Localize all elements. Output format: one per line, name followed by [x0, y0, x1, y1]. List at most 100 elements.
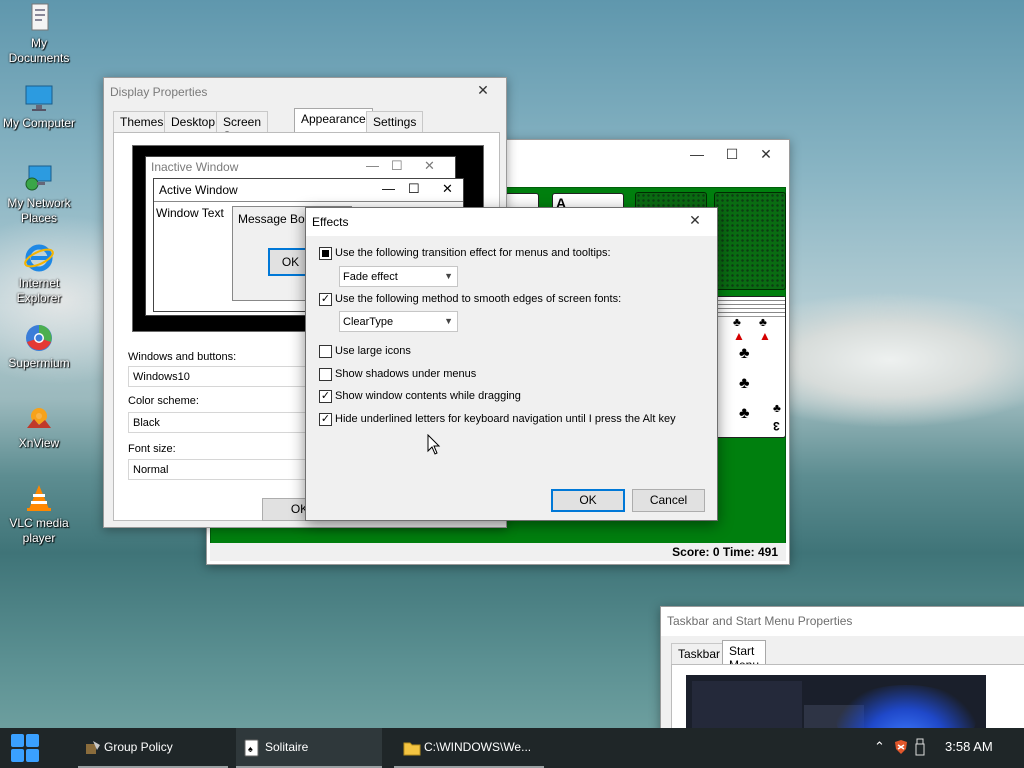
- desktop-icon-my-computer[interactable]: My Computer: [0, 82, 78, 131]
- close-button[interactable]: ✕: [678, 206, 712, 234]
- transition-effect-select[interactable]: Fade effect ▼: [339, 266, 458, 287]
- drag-contents-option[interactable]: ✓ Show window contents while dragging: [319, 389, 709, 405]
- effects-cancel-button[interactable]: Cancel: [632, 489, 705, 512]
- windows-logo-icon: [11, 734, 39, 762]
- desktop-icon-label: My Documents: [8, 36, 70, 65]
- club-pip: ♣: [759, 315, 767, 329]
- select-value: ClearType: [343, 316, 394, 328]
- option-label: Use the following method to smooth edges…: [335, 293, 622, 305]
- large-icons-checkbox[interactable]: [319, 345, 332, 358]
- taskbar-start-menu-properties-window[interactable]: Taskbar and Start Menu Properties Taskba…: [660, 606, 1024, 738]
- start-button[interactable]: [0, 728, 50, 768]
- desktop-icon-my-documents[interactable]: My Documents: [0, 2, 78, 66]
- menu-shadows-checkbox[interactable]: [319, 368, 332, 381]
- taskbar-item-group-policy[interactable]: Group Policy: [78, 728, 228, 768]
- drag-contents-checkbox[interactable]: ✓: [319, 390, 332, 403]
- taskbar-item-label: Solitaire: [265, 740, 309, 754]
- club-pip: ♣: [739, 375, 750, 392]
- card-rank: 3: [773, 419, 780, 433]
- font-smoothing-option[interactable]: ✓ Use the following method to smooth edg…: [319, 292, 709, 308]
- font-size-label: Font size:: [128, 443, 176, 455]
- close-button[interactable]: ✕: [466, 76, 500, 104]
- font-size-select[interactable]: Normal: [128, 459, 308, 480]
- transition-effect-option[interactable]: Use the following transition effect for …: [319, 246, 709, 262]
- option-label: Show window contents while dragging: [335, 390, 521, 402]
- club-pip: ♣: [773, 401, 781, 415]
- card-stack-edges: [715, 297, 785, 317]
- maximize-icon: ☐: [408, 181, 420, 196]
- option-label: Use large icons: [335, 345, 411, 357]
- monitor-icon: [25, 85, 53, 111]
- system-clock[interactable]: 3:58 AM: [945, 728, 993, 768]
- effects-ok-button[interactable]: OK: [551, 489, 625, 512]
- svg-text:♠: ♠: [248, 744, 253, 754]
- club-pip: ♣: [739, 345, 750, 362]
- desktop-icon-vlc[interactable]: VLC media player: [0, 482, 78, 546]
- desktop-icon-my-network-places[interactable]: My Network Places: [0, 162, 78, 226]
- font-smoothing-select[interactable]: ClearType ▼: [339, 311, 458, 332]
- chevron-down-icon: ▼: [444, 316, 453, 326]
- desktop-icon-xnview[interactable]: XnView: [0, 402, 78, 451]
- desktop-icon-supermium[interactable]: Supermium: [0, 322, 78, 371]
- supermium-icon: [26, 325, 52, 351]
- solitaire-icon: ♠: [244, 739, 259, 757]
- chevron-up-icon[interactable]: ⌃: [874, 728, 885, 768]
- color-scheme-label: Color scheme:: [128, 395, 199, 407]
- taskbar-item-solitaire[interactable]: ♠ Solitaire: [236, 728, 382, 768]
- tab-desktop[interactable]: Desktop: [164, 111, 223, 133]
- desktop-icon-label: My Computer: [2, 116, 76, 130]
- club-pip: ♣: [733, 315, 741, 329]
- tab-taskbar[interactable]: Taskbar: [671, 643, 728, 665]
- foundation-slot[interactable]: [714, 192, 786, 290]
- taskbar-properties-titlebar[interactable]: Taskbar and Start Menu Properties: [661, 607, 1024, 636]
- taskbar-item-label: Group Policy: [104, 740, 173, 754]
- desktop-icon-label: XnView: [18, 436, 60, 450]
- tab-themes[interactable]: Themes: [113, 111, 171, 133]
- hide-underlines-checkbox[interactable]: ✓: [319, 413, 332, 426]
- windows-and-buttons-label: Windows and buttons:: [128, 351, 237, 363]
- display-properties-titlebar[interactable]: Display Properties ✕: [104, 78, 506, 108]
- minimize-button[interactable]: —: [680, 140, 714, 168]
- effects-dialog[interactable]: Effects ✕ Use the following transition e…: [305, 207, 718, 521]
- hide-underlines-option[interactable]: ✓ Hide underlined letters for keyboard n…: [319, 412, 709, 428]
- shield-icon[interactable]: [893, 739, 909, 755]
- select-value: Fade effect: [343, 271, 398, 283]
- effects-titlebar[interactable]: Effects ✕: [306, 208, 717, 236]
- tableau-card[interactable]: ♣ ♣ ▲ ▲ ♣ ♣ ♣ ♣ 3: [714, 296, 786, 438]
- desktop-icon-label: Supermium: [8, 356, 70, 370]
- window-title: Display Properties: [110, 85, 208, 99]
- taskbar-item-explorer[interactable]: C:\WINDOWS\We...: [394, 728, 544, 768]
- window-title: Taskbar and Start Menu Properties: [667, 614, 853, 628]
- menu-shadows-option[interactable]: Show shadows under menus: [319, 367, 709, 383]
- close-icon: ✕: [424, 158, 435, 173]
- group-policy-icon: [86, 741, 100, 754]
- windows-and-buttons-select[interactable]: Windows10: [128, 366, 308, 387]
- network-icon: [25, 165, 52, 191]
- folder-icon: [403, 742, 421, 756]
- maximize-icon: ☐: [391, 158, 403, 173]
- desktop-icon-label: My Network Places: [7, 196, 71, 225]
- heart-pip: ▲: [733, 329, 745, 343]
- desktop-icon-internet-explorer[interactable]: Internet Explorer: [0, 242, 78, 306]
- option-label: Hide underlined letters for keyboard nav…: [335, 413, 676, 425]
- club-pip: ♣: [739, 405, 750, 422]
- minimize-icon: —: [366, 158, 379, 173]
- large-icons-option[interactable]: Use large icons: [319, 344, 709, 360]
- tab-appearance[interactable]: Appearance: [294, 108, 373, 133]
- close-icon: ✕: [442, 181, 453, 196]
- transition-effect-checkbox[interactable]: [319, 247, 332, 260]
- maximize-button[interactable]: ☐: [715, 140, 749, 168]
- minimize-icon: —: [382, 181, 395, 196]
- desktop-icon-label: VLC media player: [9, 516, 69, 545]
- usb-drive-icon[interactable]: [914, 738, 926, 756]
- close-button[interactable]: ✕: [749, 140, 783, 168]
- my-documents-icon: [31, 3, 49, 31]
- mouse-cursor-icon: [427, 434, 441, 455]
- tab-screen-saver[interactable]: Screen Saver: [216, 111, 269, 143]
- color-scheme-select[interactable]: Black: [128, 412, 308, 433]
- tab-settings[interactable]: Settings: [366, 111, 424, 133]
- tab-start-menu[interactable]: Start Menu: [722, 640, 767, 672]
- preview-message-box-title: Message Box: [238, 212, 311, 226]
- font-smoothing-checkbox[interactable]: ✓: [319, 293, 332, 306]
- preview-window-text: Window Text: [156, 206, 224, 220]
